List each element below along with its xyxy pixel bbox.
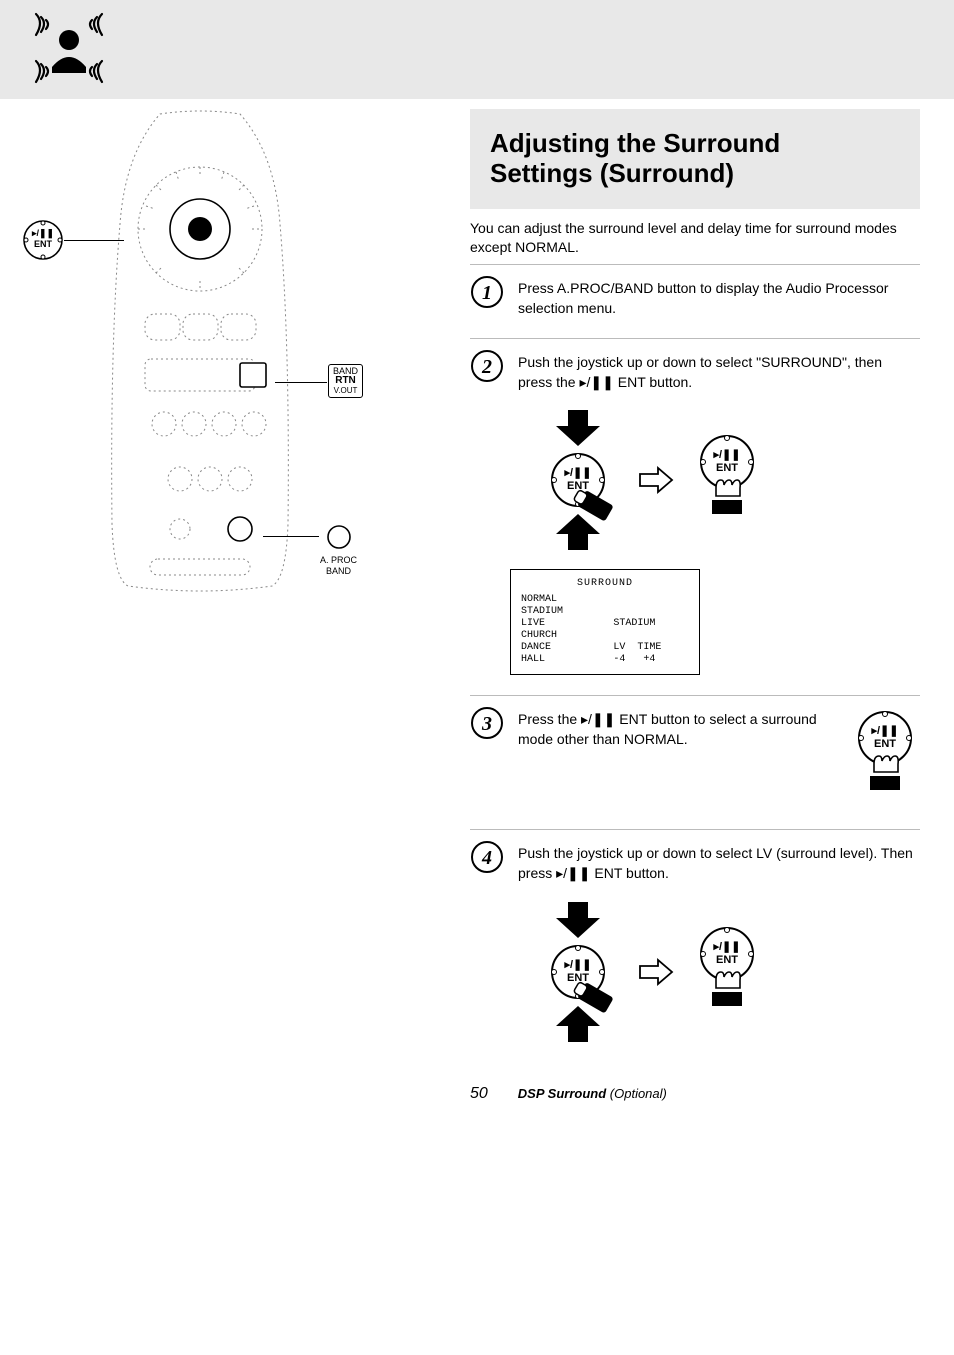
- step-number-3-icon: 3: [470, 706, 504, 740]
- step-2: 2 Push the joystick up or down to select…: [470, 349, 920, 675]
- svg-text:ENT: ENT: [874, 738, 896, 750]
- step-number-1-icon: 1: [470, 275, 504, 309]
- step-2-text: Push the joystick up or down to select "…: [518, 349, 920, 392]
- step-4-text: Push the joystick up or down to select L…: [518, 840, 920, 883]
- ent-label: ENT: [22, 239, 64, 250]
- section-title-box: Adjusting the Surround Settings (Surroun…: [470, 109, 920, 209]
- page-number: 50: [470, 1085, 488, 1103]
- svg-text:▸/❚❚: ▸/❚❚: [712, 941, 740, 953]
- band-rtn-vout-button-icon: BAND RTN V.OUT: [328, 364, 363, 398]
- arrow-right-icon: [638, 466, 674, 497]
- step-3: 3 Press the ▸/❚❚ ENT button to select a …: [470, 706, 920, 809]
- header-banner: [0, 0, 954, 99]
- section-subtitle: You can adjust the surround level and de…: [470, 219, 920, 258]
- svg-text:ENT: ENT: [716, 462, 738, 474]
- ent-press-icon: ▸/❚❚ ENT: [692, 922, 762, 1025]
- svg-text:ENT: ENT: [567, 480, 589, 492]
- play-pause-label: ▸/❚❚: [22, 228, 64, 239]
- step-3-text: Press the ▸/❚❚ ENT button to select a su…: [518, 706, 836, 749]
- svg-text:4: 4: [481, 847, 492, 869]
- svg-text:3: 3: [481, 713, 492, 735]
- step-4: 4 Push the joystick up or down to select…: [470, 840, 920, 1044]
- footer-section-rest: (Optional): [610, 1086, 667, 1101]
- svg-text:1: 1: [482, 282, 492, 304]
- svg-text:▸/❚❚: ▸/❚❚: [563, 959, 591, 971]
- svg-text:ENT: ENT: [567, 972, 589, 984]
- svg-text:ENT: ENT: [716, 954, 738, 966]
- surround-person-icon: [24, 12, 114, 87]
- footer-section-bold: DSP Surround: [518, 1086, 606, 1101]
- step-1: 1 Press A.PROC/BAND button to display th…: [470, 275, 920, 318]
- ent-press-icon: ▸/❚❚ ENT: [692, 430, 762, 533]
- step-1-text: Press A.PROC/BAND button to display the …: [518, 275, 920, 318]
- step-number-4-icon: 4: [470, 840, 504, 874]
- page-footer: 50 DSP Surround (Optional): [470, 1085, 920, 1103]
- joystick-up-down-icon: ▸/❚❚ ENT: [530, 902, 620, 1045]
- display-screen: SURROUND NORMAL STADIUM LIVE CHURCH DANC…: [510, 569, 700, 675]
- step-number-2-icon: 2: [470, 349, 504, 383]
- svg-text:▸/❚❚: ▸/❚❚: [870, 725, 898, 737]
- svg-text:▸/❚❚: ▸/❚❚: [563, 467, 591, 479]
- joystick-up-down-icon: ▸/❚❚ ENT: [530, 410, 620, 553]
- title-line-2: Settings (Surround): [490, 159, 905, 189]
- svg-text:▸/❚❚: ▸/❚❚: [712, 449, 740, 461]
- aproc-band-button-icon: A. PROC BAND: [320, 524, 357, 577]
- arrow-right-icon: [638, 958, 674, 989]
- remote-illustration: ▸/❚❚ ENT BAND RTN V.OUT A. PROC BAND: [100, 109, 460, 602]
- title-line-1: Adjusting the Surround: [490, 129, 905, 159]
- screen-title: SURROUND: [521, 578, 689, 590]
- ent-press-icon: ▸/❚❚ ENT: [850, 706, 920, 809]
- svg-text:2: 2: [481, 356, 492, 378]
